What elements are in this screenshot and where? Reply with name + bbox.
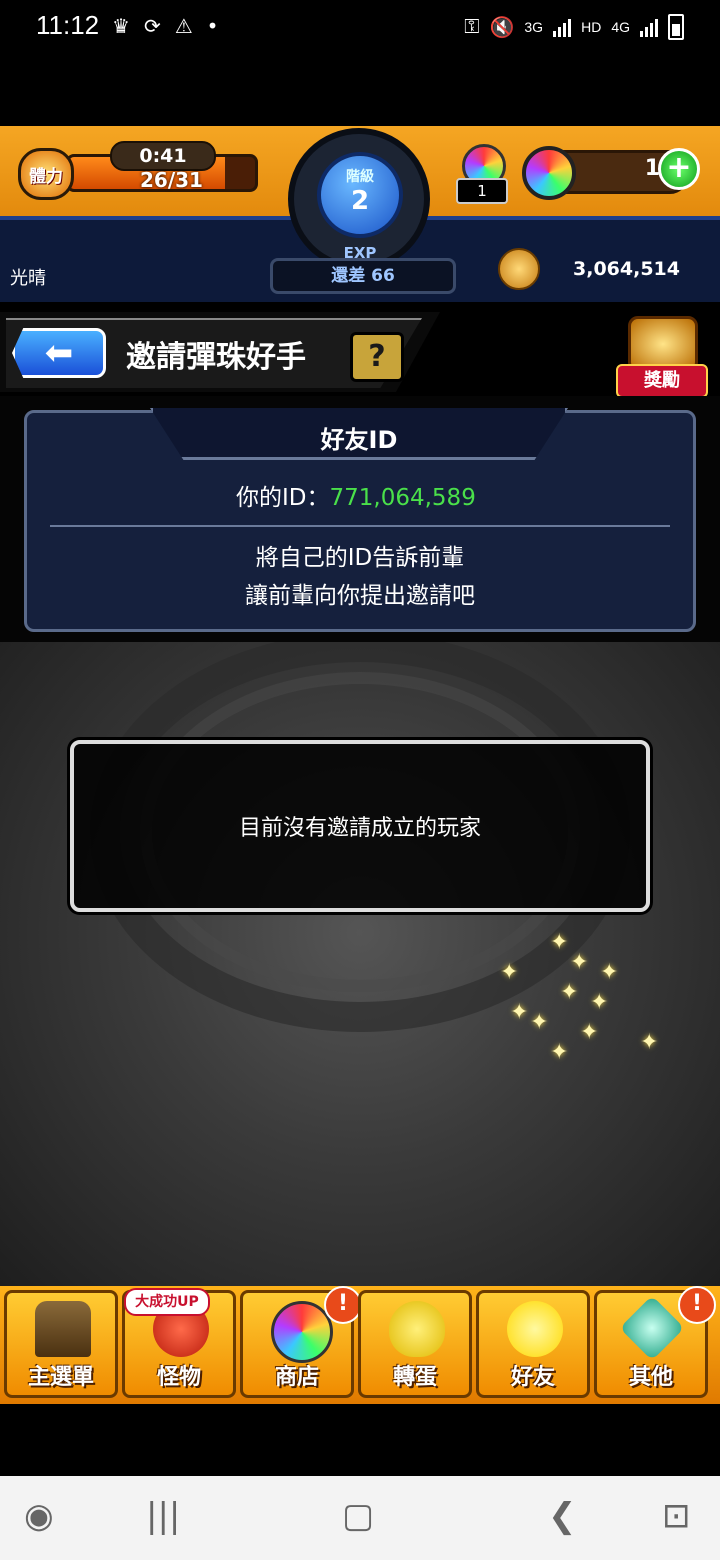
empty-message: 目前沒有邀請成立的玩家	[238, 816, 481, 841]
network-4g-label: 4G	[611, 19, 630, 35]
nav-other-label: 其他	[628, 1365, 673, 1390]
your-id-line: 你的ID：771,064,589	[236, 478, 476, 512]
notification-icons: ♛ ⟳ ⚠ •	[112, 14, 218, 38]
your-id-value: 771,064,589	[329, 485, 476, 511]
rainbow-orb-icon	[522, 146, 576, 200]
reward-label: 獎勵	[616, 364, 708, 398]
dot-notification-icon: •	[206, 14, 219, 38]
nav-friends[interactable]: 好友	[476, 1290, 590, 1398]
mute-icon: 🔇	[489, 16, 515, 39]
page-title: 邀請彈珠好手	[126, 340, 306, 375]
status-bar: 11:12 ♛ ⟳ ⚠ • ⚿ 🔇 3G HD 4G	[0, 0, 720, 56]
rank-label: 階級	[346, 169, 374, 185]
recent-apps-icon[interactable]: |||	[146, 1496, 180, 1536]
stamina-badge: 體力	[18, 148, 74, 200]
signal-icon	[553, 17, 572, 37]
shop-alert-icon: !	[324, 1286, 362, 1324]
orb-count: 1	[644, 156, 660, 181]
screenshot-icon[interactable]: ⊡	[662, 1496, 691, 1536]
friends-icon	[507, 1301, 563, 1357]
nav-monsters-label: 怪物	[156, 1365, 201, 1390]
friend-id-title: 好友ID	[320, 426, 398, 454]
back-arrow-icon: ⬅	[44, 333, 74, 373]
home-icon[interactable]: ▢	[342, 1496, 374, 1536]
promo-badge: 大成功UP	[124, 1288, 210, 1316]
reward-button[interactable]: 獎勵	[616, 316, 708, 398]
nav-main-menu[interactable]: 主選單	[4, 1290, 118, 1398]
other-alert-icon: !	[678, 1286, 716, 1324]
warning-notification-icon: ⚠	[174, 14, 193, 38]
gate-icon	[35, 1301, 91, 1357]
question-icon	[619, 1295, 685, 1361]
sync-notification-icon: ⟳	[143, 14, 161, 38]
back-nav-icon[interactable]: ❮	[548, 1496, 577, 1536]
nav-shop-label: 商店	[274, 1365, 319, 1390]
id-desc-line2: 讓前輩向你提出邀請吧	[245, 583, 475, 609]
system-icons: ⚿ 🔇 3G HD 4G	[464, 14, 684, 40]
exp-remaining: 還差 66	[270, 258, 456, 294]
system-nav-bar: ◉ ||| ▢ ❮ ⊡	[0, 1476, 720, 1560]
rank-badge[interactable]: 階級 2	[317, 152, 403, 238]
orb-item-box[interactable]: 1	[452, 134, 510, 204]
egg-icon	[389, 1301, 445, 1357]
game-launcher-icon[interactable]: ◉	[24, 1496, 54, 1536]
coin-icon	[498, 248, 540, 290]
rank-value: 2	[350, 186, 370, 216]
crown-notification-icon: ♛	[112, 14, 130, 38]
back-button[interactable]: ⬅	[12, 328, 106, 378]
coin-count: 3,064,514	[573, 258, 680, 280]
nav-main-menu-label: 主選單	[27, 1365, 94, 1390]
status-time: 11:12	[36, 10, 100, 40]
hd-label: HD	[581, 19, 602, 35]
stamina-value: 26/31	[140, 168, 203, 192]
battery-icon	[668, 14, 684, 40]
key-icon: ⚿	[464, 15, 480, 38]
divider	[50, 525, 670, 527]
network-3g-label: 3G	[524, 19, 544, 35]
sparkles-effect: ✦ ✦ ✦ ✦ ✦ ✦ ✦ ✦ ✦ ✦ ✦	[500, 930, 659, 1065]
signal-icon-2	[640, 17, 658, 37]
help-button[interactable]: ?	[350, 332, 404, 382]
nav-friends-label: 好友	[510, 1365, 555, 1390]
stamina-timer: 0:41	[110, 141, 216, 171]
nav-gacha[interactable]: 轉蛋	[358, 1290, 472, 1398]
player-name: 光晴	[10, 268, 46, 289]
orb-item-count: 1	[456, 178, 508, 204]
nav-gacha-label: 轉蛋	[392, 1365, 437, 1390]
id-desc-line1: 將自己的ID告訴前輩	[255, 545, 465, 571]
rainbow-orb-icon	[271, 1301, 333, 1363]
buy-orb-button[interactable]: +	[658, 148, 700, 190]
your-id-label: 你的ID：	[236, 485, 330, 511]
